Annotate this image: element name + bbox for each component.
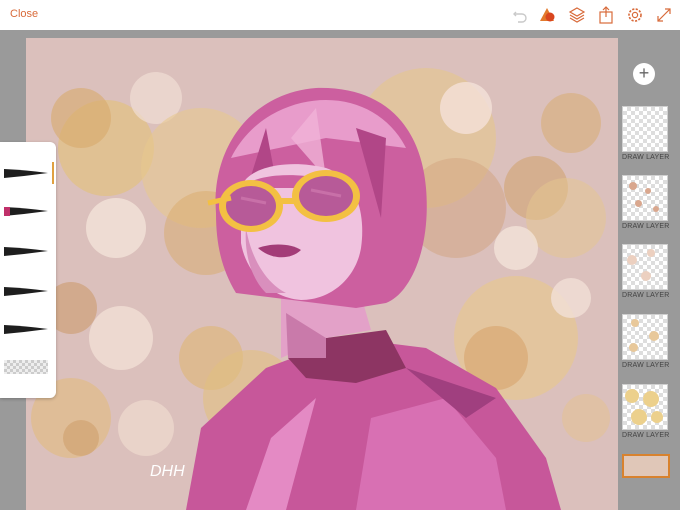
add-layer-button[interactable]: + bbox=[633, 63, 655, 85]
layer-label: DRAW LAYER bbox=[622, 292, 670, 299]
brush-3[interactable] bbox=[4, 244, 48, 258]
layers-panel: + DRAW LAYER DRAW LAYER DRAW LAYER DRAW … bbox=[620, 30, 680, 510]
layer-thumbnail bbox=[622, 454, 670, 478]
artwork-illustration: DHH bbox=[31, 68, 610, 510]
settings-icon[interactable] bbox=[626, 6, 644, 24]
layers-icon[interactable] bbox=[568, 6, 586, 24]
layer-thumbnail bbox=[622, 106, 668, 152]
brush-panel bbox=[0, 142, 56, 398]
layer-label: DRAW LAYER bbox=[622, 362, 670, 369]
signature-text: DHH bbox=[150, 463, 185, 480]
undo-icon[interactable] bbox=[511, 6, 529, 24]
expand-icon[interactable] bbox=[655, 6, 673, 24]
layer-item-5[interactable]: DRAW LAYER bbox=[622, 384, 670, 439]
active-brush-indicator bbox=[52, 162, 54, 184]
layer-item-4[interactable]: DRAW LAYER bbox=[622, 314, 670, 369]
brush-2[interactable] bbox=[4, 204, 48, 218]
layer-label: DRAW LAYER bbox=[622, 223, 670, 230]
brush-1[interactable] bbox=[4, 166, 48, 180]
brush-opacity-swatch[interactable] bbox=[4, 360, 48, 374]
artboard[interactable]: DHH bbox=[26, 38, 618, 510]
brush-4[interactable] bbox=[4, 284, 48, 298]
top-toolbar: Close bbox=[0, 0, 680, 31]
layer-label: DRAW LAYER bbox=[622, 154, 670, 161]
canvas-area: DHH bbox=[0, 30, 620, 510]
layer-item-3[interactable]: DRAW LAYER bbox=[622, 244, 670, 299]
close-button[interactable]: Close bbox=[10, 8, 38, 20]
share-icon[interactable] bbox=[597, 6, 615, 24]
layer-thumbnail bbox=[622, 244, 668, 290]
layer-thumbnail bbox=[622, 384, 668, 430]
brush-5[interactable] bbox=[4, 322, 48, 336]
artist-signature: DHH bbox=[150, 463, 185, 480]
layer-thumbnail bbox=[622, 314, 668, 360]
layer-item-6-selected[interactable] bbox=[622, 454, 670, 478]
layer-item-1[interactable]: DRAW LAYER bbox=[622, 106, 670, 161]
layer-thumbnail bbox=[622, 175, 668, 221]
color-shapes-icon[interactable] bbox=[539, 6, 557, 24]
layer-label: DRAW LAYER bbox=[622, 432, 670, 439]
layer-item-2[interactable]: DRAW LAYER bbox=[622, 175, 670, 230]
